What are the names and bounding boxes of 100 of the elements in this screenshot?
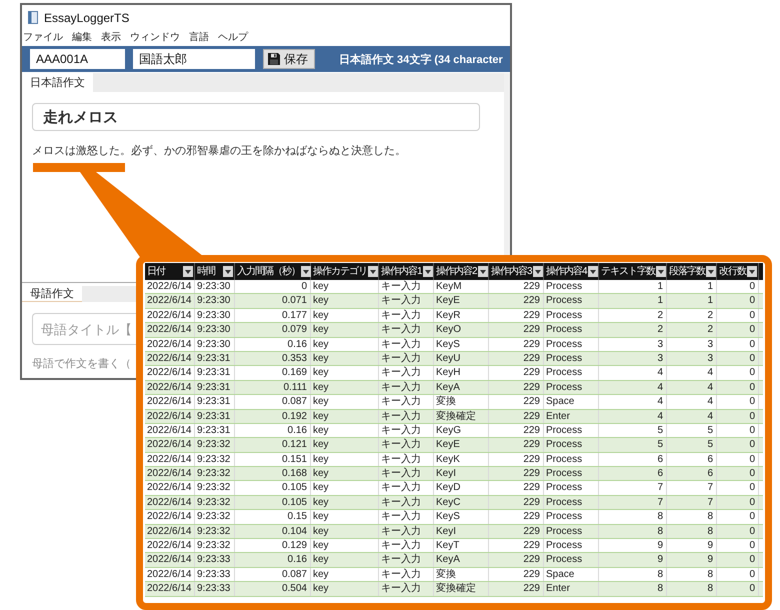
table-cell: 1	[667, 294, 717, 308]
table-cell: 229	[489, 323, 544, 337]
dropdown-icon[interactable]	[532, 266, 543, 277]
table-cell: 0	[717, 366, 759, 380]
menu-item[interactable]: ウィンドウ	[130, 31, 180, 45]
table-cell: 9:23:30	[195, 308, 235, 322]
table-cell: Process	[544, 323, 599, 337]
table-cell: 8	[667, 568, 717, 582]
table-cell: 0.104	[235, 524, 311, 538]
table-cell: 9:23:30	[195, 294, 235, 308]
table-cell: Process	[544, 524, 599, 538]
table-cell: 229	[489, 481, 544, 495]
table-cell: 3	[667, 338, 717, 351]
table-cell: 229	[489, 438, 544, 452]
table-cell: 2022/6/14	[145, 510, 195, 524]
table-cell: 3	[599, 352, 667, 366]
table-cell: 9:23:33	[195, 582, 235, 596]
table-cell: 6	[667, 467, 717, 480]
table-cell: KeyA	[434, 380, 489, 394]
table-cell: 0.16	[235, 553, 311, 567]
tab[interactable]: 母語作文	[22, 286, 82, 302]
table-cell: Process	[544, 510, 599, 524]
table-cell: 4	[599, 395, 667, 409]
table-cell: 8	[599, 510, 667, 524]
name-field[interactable]: 国語太郎	[133, 49, 255, 69]
table-cell: キー入力	[379, 481, 434, 495]
title-field[interactable]: 母語タイトル【	[32, 313, 136, 345]
table-cell: 8	[599, 524, 667, 538]
table-cell: 2022/6/14	[145, 380, 195, 394]
table-cell: Process	[544, 294, 599, 308]
table-cell: Enter	[544, 582, 599, 596]
menu-item[interactable]: 編集	[72, 31, 92, 45]
table-cell: Space	[544, 568, 599, 582]
table-cell: 2022/6/14	[145, 308, 195, 322]
table-cell: 4	[667, 410, 717, 423]
table-cell: Process	[544, 308, 599, 322]
table-cell: 3	[599, 338, 667, 351]
menu-item[interactable]: 言語	[189, 31, 209, 45]
table-cell: 0	[235, 280, 311, 294]
table-cell: KeyH	[434, 366, 489, 380]
table-cell: 0	[717, 539, 759, 552]
table-cell: キー入力	[379, 539, 434, 552]
essay-field[interactable]: メロスは激怒した。必ず、かの邪智暴虐の王を除かねばならぬと決意した。	[32, 144, 480, 161]
table-cell: 0	[717, 380, 759, 394]
dropdown-icon[interactable]	[368, 266, 378, 277]
menu-item[interactable]: ファイル	[23, 31, 63, 45]
table-cell: Process	[544, 424, 599, 438]
id-field[interactable]: AAA001A	[30, 49, 125, 69]
table-cell: 0	[717, 352, 759, 366]
table-cell: 5	[599, 438, 667, 452]
table-cell: KeyT	[434, 539, 489, 552]
table-cell: key	[311, 510, 379, 524]
table-cell: 229	[489, 524, 544, 538]
table-cell: KeyE	[434, 294, 489, 308]
table-cell: 229	[489, 553, 544, 567]
table-cell: 0.16	[235, 338, 311, 351]
table-cell: 8	[667, 524, 717, 538]
dropdown-icon[interactable]	[301, 266, 311, 277]
table-cell: key	[311, 366, 379, 380]
table-cell: 9:23:30	[195, 280, 235, 294]
table-cell: Process	[544, 338, 599, 351]
table-cell: 9	[667, 553, 717, 567]
tab[interactable]: 日本語作文	[22, 73, 93, 92]
table-cell: 0.105	[235, 496, 311, 510]
table-cell: Enter	[544, 410, 599, 423]
dropdown-icon[interactable]	[656, 266, 666, 277]
table-cell: 0	[717, 568, 759, 582]
table-cell: 229	[489, 539, 544, 552]
table-cell: 0.121	[235, 438, 311, 452]
table-cell: 7	[667, 481, 717, 495]
table-cell: 229	[489, 424, 544, 438]
table-cell: KeyG	[434, 424, 489, 438]
table-cell: key	[311, 380, 379, 394]
table-cell: 0.087	[235, 568, 311, 582]
table-cell: 9:23:32	[195, 510, 235, 524]
table-cell: key	[311, 294, 379, 308]
dropdown-icon[interactable]	[183, 266, 193, 277]
table-cell: キー入力	[379, 323, 434, 337]
dropdown-icon[interactable]	[747, 266, 757, 277]
table-cell: 0.177	[235, 308, 311, 322]
essay-field[interactable]: 母語で作文を書く（	[32, 357, 136, 374]
dropdown-icon[interactable]	[422, 266, 433, 277]
table-cell: 0	[717, 323, 759, 337]
table-cell: KeyE	[434, 438, 489, 452]
menu-item[interactable]: ヘルプ	[218, 31, 248, 45]
dropdown-icon[interactable]	[588, 266, 598, 277]
save-button[interactable]: 保存	[263, 49, 315, 69]
dropdown-icon[interactable]	[706, 266, 716, 277]
dropdown-icon[interactable]	[478, 266, 488, 277]
table-cell: 229	[489, 582, 544, 596]
table-cell: キー入力	[379, 338, 434, 351]
title-field[interactable]: 走れメロス	[32, 103, 480, 131]
dropdown-icon[interactable]	[223, 266, 233, 277]
table-cell: 2022/6/14	[145, 294, 195, 308]
table-cell: 229	[489, 338, 544, 351]
table-cell: Process	[544, 438, 599, 452]
menu-item[interactable]: 表示	[101, 31, 121, 45]
table-cell: 4	[599, 366, 667, 380]
column-header: 操作内容3	[491, 265, 532, 278]
table-cell: 229	[489, 467, 544, 480]
